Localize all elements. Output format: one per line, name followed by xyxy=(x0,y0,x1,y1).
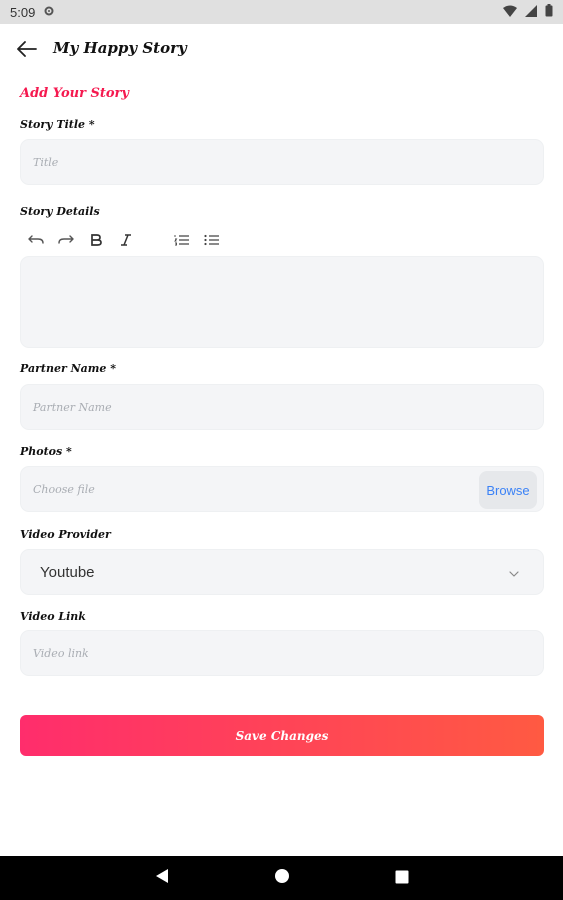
editor-toolbar xyxy=(20,228,544,252)
ordered-list-button[interactable] xyxy=(170,228,194,252)
section-title: Add Your Story xyxy=(20,86,129,101)
photos-label: Photos * xyxy=(20,445,72,458)
partner-name-placeholder: Partner Name xyxy=(33,400,112,414)
wifi-icon xyxy=(503,5,517,20)
video-link-input[interactable]: Video link xyxy=(20,630,544,676)
arrow-left-icon xyxy=(17,41,37,61)
square-recents-icon xyxy=(395,869,409,888)
video-provider-value: Youtube xyxy=(40,563,95,581)
bold-button[interactable] xyxy=(84,228,108,252)
redo-button[interactable] xyxy=(54,228,78,252)
bullet-list-icon xyxy=(204,231,220,250)
ordered-list-icon xyxy=(174,231,190,250)
chevron-down-icon xyxy=(507,566,521,580)
status-icons xyxy=(503,4,553,20)
status-bar: 5:09 xyxy=(0,0,563,24)
story-details-label: Story Details xyxy=(20,205,100,218)
photos-placeholder: Choose file xyxy=(33,482,95,496)
photos-file-input[interactable]: Choose file Browse xyxy=(20,466,544,512)
browse-button[interactable]: Browse xyxy=(479,471,537,509)
app-bar: My Happy Story xyxy=(0,24,563,76)
triangle-back-icon xyxy=(155,868,169,888)
page-title: My Happy Story xyxy=(53,39,187,57)
italic-icon xyxy=(120,231,132,250)
undo-icon xyxy=(28,231,44,250)
video-provider-label: Video Provider xyxy=(20,528,111,541)
battery-icon xyxy=(545,4,553,20)
story-details-editor[interactable] xyxy=(20,256,544,348)
nav-home-button[interactable] xyxy=(272,868,292,888)
bold-icon xyxy=(90,231,102,250)
save-changes-label: Save Changes xyxy=(235,728,329,743)
video-link-label: Video Link xyxy=(20,610,86,623)
nav-back-button[interactable] xyxy=(152,868,172,888)
bullet-list-button[interactable] xyxy=(200,228,224,252)
video-link-placeholder: Video link xyxy=(33,646,89,660)
back-button[interactable] xyxy=(14,38,40,64)
signal-icon xyxy=(525,4,537,20)
system-nav-bar xyxy=(0,856,563,900)
story-title-input[interactable]: Title xyxy=(20,139,544,185)
nav-recents-button[interactable] xyxy=(392,868,412,888)
save-changes-button[interactable]: Save Changes xyxy=(20,715,544,756)
settings-icon xyxy=(43,5,55,20)
partner-name-label: Partner Name * xyxy=(20,362,117,375)
video-provider-select[interactable]: Youtube xyxy=(20,549,544,595)
partner-name-input[interactable]: Partner Name xyxy=(20,384,544,430)
story-title-label: Story Title * xyxy=(20,118,95,131)
story-title-placeholder: Title xyxy=(33,155,59,169)
undo-button[interactable] xyxy=(24,228,48,252)
redo-icon xyxy=(58,231,74,250)
circle-home-icon xyxy=(274,868,290,888)
italic-button[interactable] xyxy=(114,228,138,252)
status-time: 5:09 xyxy=(10,4,36,20)
